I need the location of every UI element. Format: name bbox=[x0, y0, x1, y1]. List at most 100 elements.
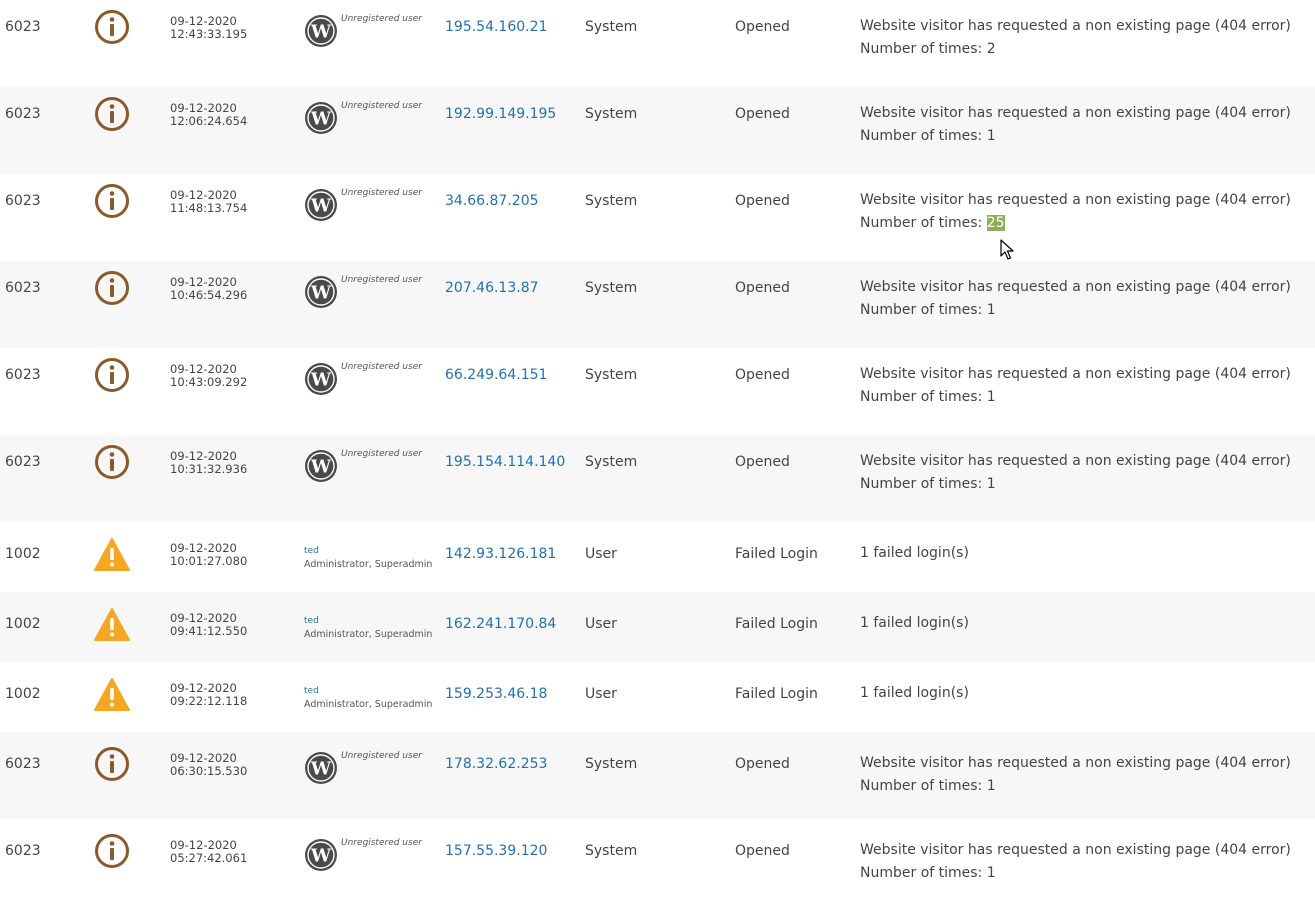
user-roles: Administrator, Superadmin bbox=[304, 559, 433, 570]
table-row: 6023 09-12-2020 06:30:15.530 W Unregister… bbox=[0, 732, 1315, 819]
event-object: System bbox=[585, 843, 638, 859]
username-link[interactable]: ted bbox=[304, 614, 432, 628]
svg-text:W: W bbox=[310, 109, 332, 130]
svg-text:W: W bbox=[310, 22, 332, 43]
event-object: System bbox=[585, 193, 638, 209]
event-message: Website visitor has requested a non exis… bbox=[860, 366, 1291, 405]
event-type: Opened bbox=[735, 843, 790, 859]
table-row: 6023 09-12-2020 12:06:24.654 W Unregister… bbox=[0, 87, 1315, 174]
event-message: Website visitor has requested a non exis… bbox=[860, 755, 1291, 794]
event-object: System bbox=[585, 19, 638, 35]
table-row: 6023 09-12-2020 10:31:32.936 W Unregister… bbox=[0, 435, 1315, 522]
ip-address-link[interactable]: 195.154.114.140 bbox=[445, 454, 565, 470]
table-row: 6023 09-12-2020 05:27:42.061 W Unregister… bbox=[0, 819, 1315, 906]
event-code: 1002 bbox=[5, 616, 41, 632]
unregistered-user-label: Unregistered user bbox=[341, 14, 422, 24]
event-code: 6023 bbox=[5, 367, 41, 383]
ip-address-link[interactable]: 192.99.149.195 bbox=[445, 106, 556, 122]
event-type: Opened bbox=[735, 280, 790, 296]
table-row: 1002 09-12-2020 09:41:12.550 ted Administ… bbox=[0, 592, 1315, 662]
times-count-selected[interactable]: 25 bbox=[986, 215, 1005, 231]
info-circle-icon bbox=[95, 358, 129, 392]
ip-address-link[interactable]: 162.241.170.84 bbox=[445, 616, 556, 632]
event-object: User bbox=[585, 686, 617, 702]
times-count: 1 bbox=[986, 778, 996, 794]
info-circle-icon bbox=[95, 747, 129, 781]
ip-address-link[interactable]: 195.54.160.21 bbox=[445, 19, 547, 35]
event-code: 6023 bbox=[5, 843, 41, 859]
event-datetime: 09-12-2020 05:27:42.061 bbox=[170, 839, 247, 865]
table-row: 6023 09-12-2020 10:43:09.292 W Unregister… bbox=[0, 348, 1315, 435]
event-time: 11:48:13.754 bbox=[170, 201, 248, 215]
times-count: 1 bbox=[986, 389, 996, 405]
wordpress-logo-icon: W bbox=[305, 839, 337, 871]
unregistered-user-label: Unregistered user bbox=[341, 101, 422, 111]
svg-text:W: W bbox=[310, 196, 332, 217]
times-count: 1 bbox=[986, 476, 996, 492]
event-time: 10:43:09.292 bbox=[170, 375, 248, 389]
event-message: Website visitor has requested a non exis… bbox=[860, 192, 1291, 231]
ip-address-link[interactable]: 142.93.126.181 bbox=[445, 546, 556, 562]
event-code: 1002 bbox=[5, 686, 41, 702]
username-link[interactable]: ted bbox=[304, 684, 432, 698]
info-circle-icon bbox=[95, 184, 129, 218]
event-datetime: 09-12-2020 12:06:24.654 bbox=[170, 102, 247, 128]
event-datetime: 09-12-2020 06:30:15.530 bbox=[170, 752, 247, 778]
unregistered-user-label: Unregistered user bbox=[341, 838, 422, 848]
event-type: Failed Login bbox=[735, 616, 818, 632]
event-datetime: 09-12-2020 10:46:54.296 bbox=[170, 276, 247, 302]
times-count: 2 bbox=[986, 41, 996, 57]
event-message: Website visitor has requested a non exis… bbox=[860, 105, 1291, 144]
ip-address-link[interactable]: 207.46.13.87 bbox=[445, 280, 539, 296]
user-cell: ted Administrator, Superadmin bbox=[304, 684, 432, 712]
unregistered-user-label: Unregistered user bbox=[341, 275, 422, 285]
wordpress-logo-icon: W bbox=[305, 752, 337, 784]
event-datetime: 09-12-2020 11:48:13.754 bbox=[170, 189, 247, 215]
ip-address-link[interactable]: 159.253.46.18 bbox=[445, 686, 547, 702]
username-link[interactable]: ted bbox=[304, 544, 432, 558]
event-object: System bbox=[585, 367, 638, 383]
event-code: 6023 bbox=[5, 756, 41, 772]
event-message: Website visitor has requested a non exis… bbox=[860, 18, 1291, 57]
activity-log-table: 6023 09-12-2020 12:43:33.195 W Unregister… bbox=[0, 0, 1315, 906]
event-time: 06:30:15.530 bbox=[170, 764, 248, 778]
event-time: 10:01:27.080 bbox=[170, 554, 248, 568]
ip-address-link[interactable]: 34.66.87.205 bbox=[445, 193, 539, 209]
event-time: 12:06:24.654 bbox=[170, 114, 248, 128]
event-code: 6023 bbox=[5, 106, 41, 122]
event-code: 6023 bbox=[5, 193, 41, 209]
event-message: Website visitor has requested a non exis… bbox=[860, 453, 1291, 492]
event-type: Opened bbox=[735, 367, 790, 383]
event-type: Failed Login bbox=[735, 686, 818, 702]
user-cell: ted Administrator, Superadmin bbox=[304, 614, 432, 642]
event-time: 12:43:33.195 bbox=[170, 27, 248, 41]
user-roles: Administrator, Superadmin bbox=[304, 629, 433, 640]
event-object: User bbox=[585, 616, 617, 632]
event-message: 1 failed login(s) bbox=[860, 685, 969, 701]
ip-address-link[interactable]: 157.55.39.120 bbox=[445, 843, 547, 859]
event-message: Website visitor has requested a non exis… bbox=[860, 842, 1291, 881]
table-row: 1002 09-12-2020 09:22:12.118 ted Administ… bbox=[0, 662, 1315, 732]
event-code: 6023 bbox=[5, 454, 41, 470]
wordpress-logo-icon: W bbox=[305, 363, 337, 395]
event-message: 1 failed login(s) bbox=[860, 545, 969, 561]
event-code: 1002 bbox=[5, 546, 41, 562]
ip-address-link[interactable]: 178.32.62.253 bbox=[445, 756, 547, 772]
wordpress-logo-icon: W bbox=[305, 15, 337, 47]
info-circle-icon bbox=[95, 10, 129, 44]
times-count: 1 bbox=[986, 128, 996, 144]
event-message: Website visitor has requested a non exis… bbox=[860, 279, 1291, 318]
svg-text:W: W bbox=[310, 846, 332, 867]
event-time: 09:22:12.118 bbox=[170, 694, 248, 708]
svg-text:W: W bbox=[310, 283, 332, 304]
wordpress-logo-icon: W bbox=[305, 276, 337, 308]
event-type: Opened bbox=[735, 193, 790, 209]
event-time: 09:41:12.550 bbox=[170, 624, 248, 638]
event-type: Opened bbox=[735, 106, 790, 122]
info-circle-icon bbox=[95, 445, 129, 479]
ip-address-link[interactable]: 66.249.64.151 bbox=[445, 367, 547, 383]
event-type: Opened bbox=[735, 19, 790, 35]
table-row: 6023 09-12-2020 12:43:33.195 W Unregister… bbox=[0, 0, 1315, 87]
wordpress-logo-icon: W bbox=[305, 450, 337, 482]
event-datetime: 09-12-2020 10:31:32.936 bbox=[170, 450, 247, 476]
